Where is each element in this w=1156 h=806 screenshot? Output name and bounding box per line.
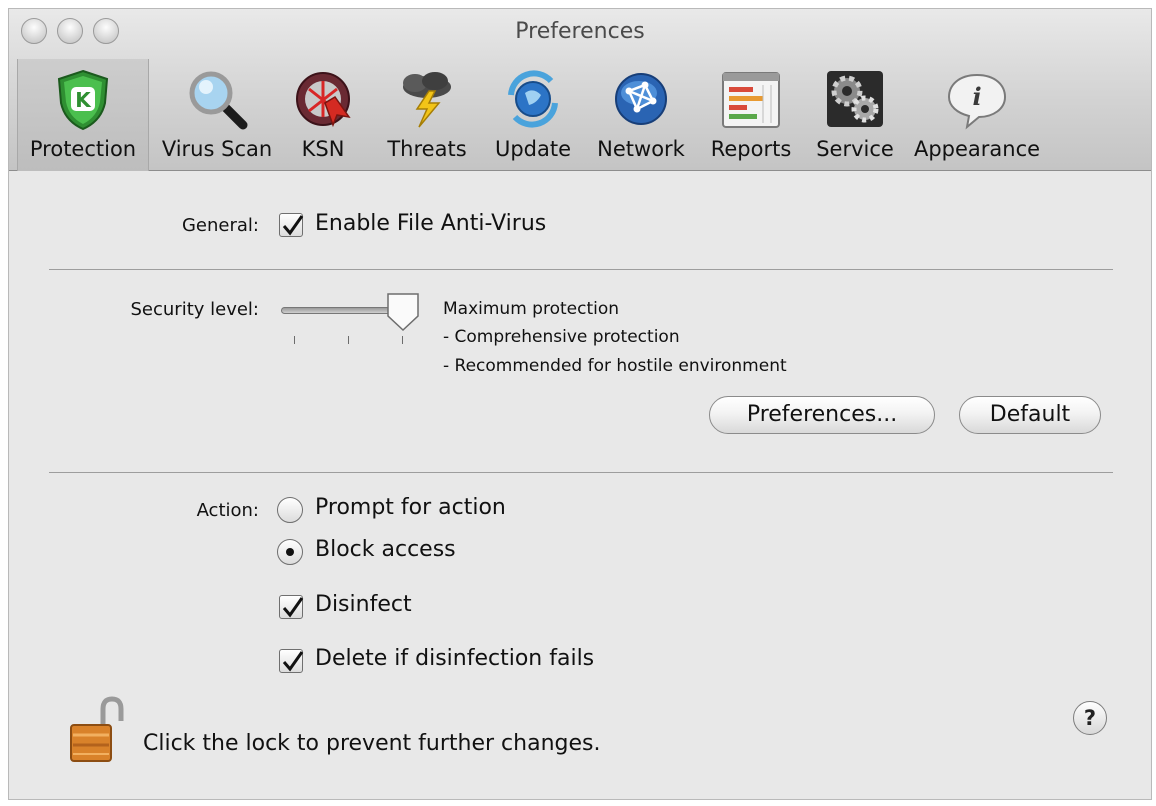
window-title: Preferences (515, 19, 645, 44)
security-level-detail: - Comprehensive protection (443, 327, 680, 347)
security-level-slider-thumb[interactable] (386, 292, 420, 332)
slider-tick (348, 336, 349, 344)
gears-icon (827, 71, 883, 127)
toolbar-label-appearance: Appearance (913, 137, 1041, 161)
preferences-button[interactable]: Preferences... (709, 396, 935, 434)
checkmark-icon (282, 597, 304, 618)
enable-file-antivirus-label[interactable]: Enable File Anti-Virus (315, 211, 546, 236)
info-bubble-icon: i (947, 73, 1007, 130)
protection-shield-icon: K (57, 69, 109, 131)
lock-status-text: Click the lock to prevent further change… (143, 731, 601, 756)
block-access-radio[interactable] (277, 539, 303, 565)
checkmark-icon (282, 215, 304, 236)
action-label: Action: (196, 500, 259, 521)
title-toolbar-area: Preferences K Protection Virus Scan KSN … (9, 9, 1151, 171)
toolbar-item-threats[interactable]: Threats (375, 59, 479, 171)
svg-text:i: i (972, 82, 981, 111)
slider-tick (294, 336, 295, 344)
default-button[interactable]: Default (959, 396, 1101, 434)
separator (49, 269, 1113, 270)
toolbar-label-protection: Protection (29, 137, 137, 161)
unlocked-padlock-icon[interactable] (67, 695, 131, 765)
checkmark-icon (282, 651, 304, 672)
prompt-for-action-radio[interactable] (277, 497, 303, 523)
enable-file-antivirus-checkbox[interactable] (279, 213, 304, 237)
ksn-icon (296, 72, 351, 128)
radio-selected-dot-icon (286, 548, 294, 556)
magnifier-icon (189, 71, 248, 130)
toolbar-item-ksn[interactable]: KSN (291, 59, 355, 171)
delete-if-disinfection-fails-checkbox[interactable] (279, 649, 304, 673)
storm-cloud-icon (403, 72, 451, 128)
toolbar-item-appearance[interactable]: i Appearance (907, 59, 1047, 171)
toolbar-label-network: Network (597, 137, 685, 161)
toolbar-label-reports: Reports (710, 137, 792, 161)
toolbar-label-virus-scan: Virus Scan (161, 137, 273, 161)
toolbar-item-network[interactable]: Network (589, 59, 693, 171)
update-globe-icon (508, 70, 558, 128)
security-level-title: Maximum protection (443, 299, 620, 319)
disinfect-label[interactable]: Disinfect (315, 592, 412, 617)
reports-chart-icon (722, 72, 780, 128)
toolbar-item-update[interactable]: Update (487, 59, 579, 171)
svg-text:K: K (75, 88, 92, 112)
slider-tick (402, 336, 403, 344)
network-globe-icon (615, 73, 667, 125)
toolbar-item-virus-scan[interactable]: Virus Scan (159, 59, 275, 171)
general-label: General: (181, 215, 259, 236)
toolbar-label-ksn: KSN (301, 137, 345, 161)
toolbar-item-service[interactable]: Service (809, 59, 901, 171)
prompt-for-action-label[interactable]: Prompt for action (315, 495, 506, 520)
toolbar-item-reports[interactable]: Reports (703, 59, 799, 171)
preferences-window: Preferences K Protection Virus Scan KSN … (8, 8, 1152, 800)
toolbar-label-threats: Threats (387, 137, 467, 161)
toolbar-item-protection[interactable]: K Protection (17, 59, 149, 171)
security-level-label: Security level: (130, 299, 259, 320)
toolbar-label-service: Service (816, 137, 894, 161)
toolbar-label-update: Update (494, 137, 572, 161)
security-level-detail: - Recommended for hostile environment (443, 356, 787, 376)
help-button[interactable]: ? (1073, 701, 1107, 735)
separator (49, 472, 1113, 473)
block-access-label[interactable]: Block access (315, 537, 456, 562)
disinfect-checkbox[interactable] (279, 595, 304, 619)
delete-if-disinfection-fails-label[interactable]: Delete if disinfection fails (315, 646, 594, 671)
